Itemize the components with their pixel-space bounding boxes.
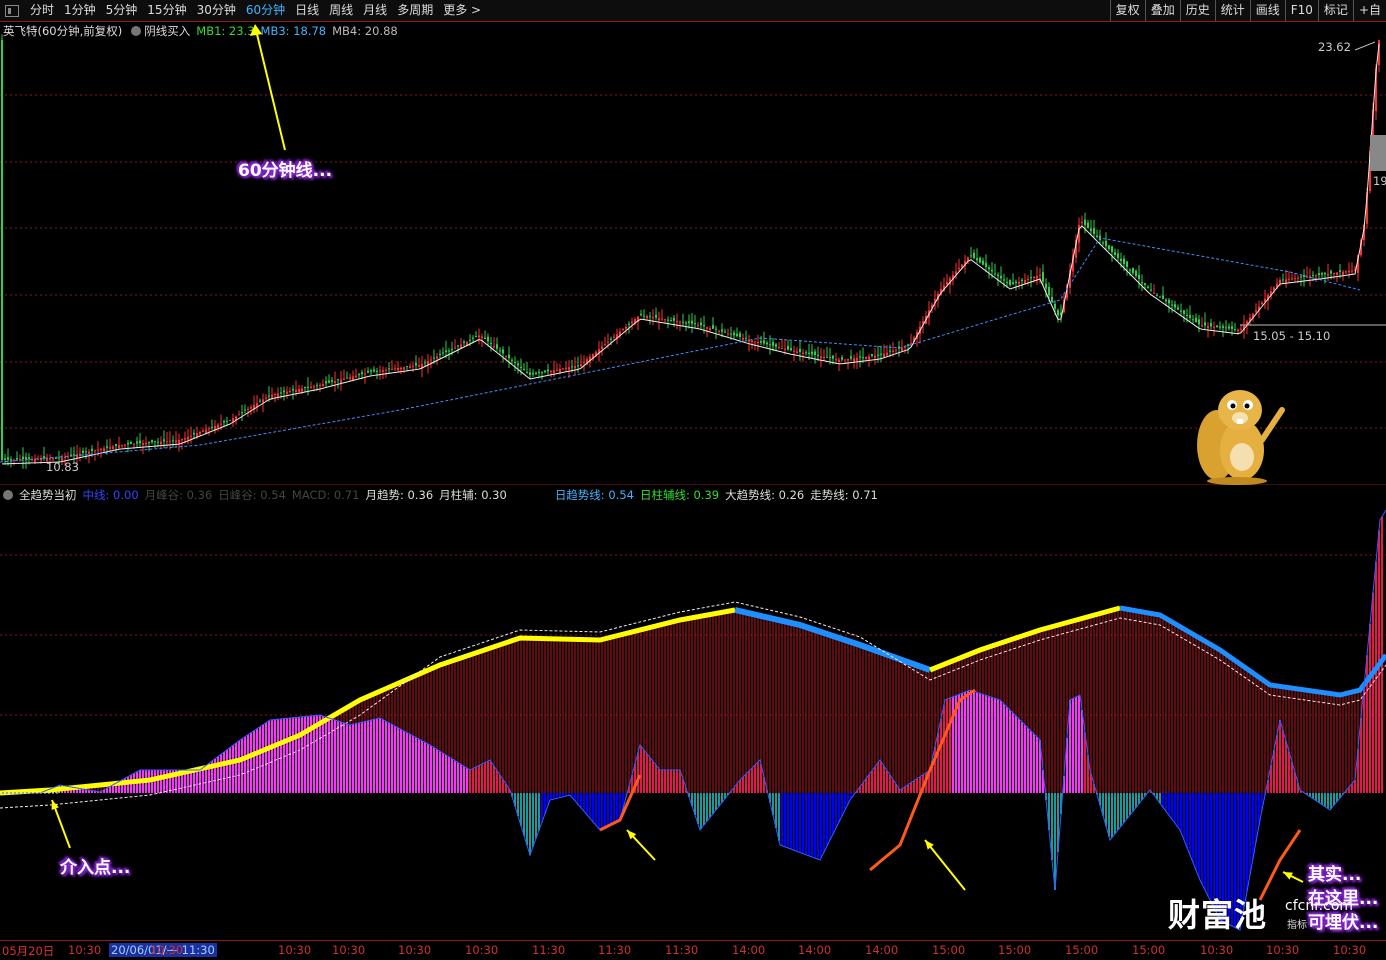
axis-tick: 10:30 bbox=[68, 943, 102, 957]
axis-tick: 10:30 bbox=[1333, 943, 1367, 957]
axis-tick: 10:30 bbox=[332, 943, 366, 957]
axis-tick: 14:00 bbox=[865, 943, 899, 957]
squirrel-mascot-icon bbox=[1197, 390, 1285, 485]
axis-tick: 15:00 bbox=[932, 943, 966, 957]
high-price-label: 23.62 bbox=[1318, 40, 1351, 54]
low-price-label: 10.83 bbox=[46, 460, 79, 474]
axis-tick: 10:30 bbox=[398, 943, 432, 957]
axis-date: 05月20日 bbox=[2, 944, 55, 958]
indicator-chart[interactable] bbox=[0, 0, 1386, 959]
axis-tick: 15:00 bbox=[1132, 943, 1166, 957]
time-axis: 05月20日 20/06/01/— 11:30 10:30 10:30 10:30 1… bbox=[0, 940, 1386, 960]
axis-tick: 10:30 bbox=[278, 943, 312, 957]
callout-entry-point: 介入点... bbox=[60, 858, 131, 878]
axis-tick: 14:00 bbox=[798, 943, 832, 957]
axis-tick: 10:30 bbox=[465, 943, 499, 957]
watermark-tag: 指标 bbox=[1287, 920, 1307, 931]
axis-tick: 10:30 bbox=[1266, 943, 1300, 957]
axis-tick: 10:30 bbox=[1200, 943, 1234, 957]
right-edge-price-label: 19 bbox=[1373, 174, 1386, 188]
arrow-line bbox=[924, 839, 966, 891]
axis-tick: 15:00 bbox=[998, 943, 1032, 957]
arrow-head-icon bbox=[51, 800, 59, 810]
callout-60min: 60分钟线... bbox=[238, 161, 333, 181]
watermark-brand: 财富池 bbox=[1168, 896, 1268, 934]
axis-tick: 10:30 bbox=[150, 943, 184, 957]
range-price-label: 15.05 - 15.10 bbox=[1253, 329, 1331, 343]
axis-tick: 11:30 bbox=[598, 943, 632, 957]
axis-tick: 11:30 bbox=[532, 943, 566, 957]
axis-tick: 14:00 bbox=[732, 943, 766, 957]
watermark-site: cfcnr.com bbox=[1285, 898, 1354, 914]
axis-tick: 11:30 bbox=[665, 943, 699, 957]
axis-tick: 15:00 bbox=[1065, 943, 1099, 957]
callout-actually: 其实... bbox=[1308, 865, 1362, 885]
